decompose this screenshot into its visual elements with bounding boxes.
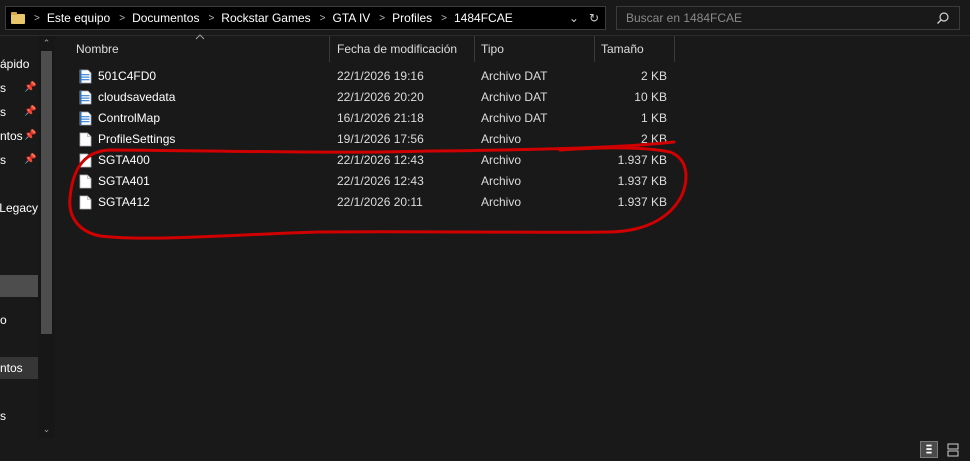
file-row[interactable]: SGTA412 22/1/2026 20:11 Archivo 1.937 KB [69, 192, 679, 213]
search-icon[interactable] [936, 11, 950, 25]
chevron-right-icon[interactable]: > [379, 13, 385, 24]
chevron-right-icon[interactable]: > [34, 13, 40, 24]
details-view-icon[interactable] [920, 441, 938, 458]
scrollbar-thumb[interactable] [41, 51, 52, 334]
column-header-type[interactable]: Tipo [475, 36, 595, 62]
breadcrumb-gta-iv[interactable]: GTA IV [333, 11, 371, 25]
file-row[interactable]: cloudsavedata 22/1/2026 20:20 Archivo DAT 1… [69, 87, 679, 108]
nav-scrollbar[interactable]: ⌃ ⌄ [38, 36, 55, 438]
file-date: 22/1/2026 12:43 [337, 153, 424, 167]
file-date: 22/1/2026 19:16 [337, 69, 424, 83]
nav-item-selected[interactable]: ntos [0, 357, 38, 379]
breadcrumb[interactable]: > Este equipo > Documentos > Rockstar Ga… [5, 6, 606, 30]
refresh-icon[interactable]: ↻ [589, 11, 599, 25]
chevron-right-icon[interactable]: > [320, 13, 326, 24]
pin-icon: 📌 [24, 154, 37, 165]
nav-item[interactable]: o [0, 309, 38, 331]
pin-icon: 📌 [24, 106, 37, 117]
chevron-right-icon[interactable]: > [119, 13, 125, 24]
dat-file-icon [79, 90, 92, 105]
large-icons-view-icon[interactable] [944, 441, 962, 458]
file-name: SGTA401 [98, 174, 150, 188]
nav-item-highlighted[interactable] [0, 275, 38, 297]
file-row[interactable]: SGTA401 22/1/2026 12:43 Archivo 1.937 KB [69, 171, 679, 192]
nav-item-label: s [0, 81, 6, 95]
nav-item-label: s [0, 105, 6, 119]
file-date: 19/1/2026 17:56 [337, 132, 424, 146]
breadcrumb-documentos[interactable]: Documentos [132, 11, 199, 25]
nav-item[interactable]: Legacy [0, 197, 38, 219]
folder-icon [11, 12, 25, 24]
blank-file-icon [79, 195, 92, 210]
dat-file-icon [79, 111, 92, 126]
file-size: 2 KB [640, 69, 667, 83]
file-date: 16/1/2026 21:18 [337, 111, 424, 125]
nav-item-label: ápido [0, 57, 30, 71]
scroll-down-icon[interactable]: ⌄ [41, 424, 52, 434]
file-type: Archivo [481, 195, 522, 209]
file-name: SGTA412 [98, 195, 150, 209]
file-size: 1.937 KB [617, 174, 667, 188]
file-list: Nombre Fecha de modificación Tipo Tamaño… [55, 34, 970, 438]
file-row[interactable]: ControlMap 16/1/2026 21:18 Archivo DAT 1 KB [69, 108, 679, 129]
file-size: 2 KB [640, 132, 667, 146]
file-row[interactable]: ProfileSettings 19/1/2026 17:56 Archivo 2 K… [69, 129, 679, 150]
scroll-up-icon[interactable]: ⌃ [41, 38, 52, 48]
file-row[interactable]: 501C4FD0 22/1/2026 19:16 Archivo DAT 2 KB [69, 66, 679, 87]
file-name: ProfileSettings [98, 132, 176, 146]
column-header-date[interactable]: Fecha de modificación [331, 36, 475, 62]
file-date: 22/1/2026 20:20 [337, 90, 424, 104]
file-row[interactable]: SGTA400 22/1/2026 12:43 Archivo 1.937 KB [69, 150, 679, 171]
nav-item[interactable]: s [0, 405, 38, 427]
navigation-pane: ápido s 📌 s 📌 ntos 📌 s 📌 Legacy o ntos s [0, 36, 38, 438]
nav-item-acceso-rapido[interactable]: ápido [0, 53, 38, 75]
nav-item-label: s [0, 409, 6, 423]
breadcrumb-1484fcae[interactable]: 1484FCAE [454, 11, 513, 25]
file-type: Archivo [481, 132, 522, 146]
column-header-size[interactable]: Tamaño [595, 36, 675, 62]
blank-file-icon [79, 153, 92, 168]
file-type: Archivo DAT [481, 69, 548, 83]
file-size: 10 KB [634, 90, 667, 104]
file-name: cloudsavedata [98, 90, 176, 104]
file-name: SGTA400 [98, 153, 150, 167]
chevron-right-icon[interactable]: > [441, 13, 447, 24]
nav-item-label: s [0, 153, 6, 167]
blank-file-icon [79, 132, 92, 147]
status-bar [0, 438, 970, 461]
file-size: 1.937 KB [617, 153, 667, 167]
nav-item-label: ntos [0, 129, 23, 143]
chevron-right-icon[interactable]: > [208, 13, 214, 24]
dat-file-icon [79, 69, 92, 84]
file-type: Archivo DAT [481, 90, 548, 104]
nav-item-label: Legacy [0, 201, 38, 215]
file-size: 1.937 KB [617, 195, 667, 209]
file-date: 22/1/2026 20:11 [337, 195, 423, 209]
breadcrumb-profiles[interactable]: Profiles [392, 11, 432, 25]
file-type: Archivo DAT [481, 111, 548, 125]
file-type: Archivo [481, 153, 522, 167]
address-actions: ⌄ ↻ [569, 11, 605, 25]
breadcrumb-rockstar-games[interactable]: Rockstar Games [221, 11, 310, 25]
chevron-down-icon[interactable]: ⌄ [569, 11, 579, 25]
file-name: ControlMap [98, 111, 161, 125]
column-header-name[interactable]: Nombre [70, 36, 330, 62]
nav-item-label: o [0, 313, 7, 327]
pin-icon: 📌 [24, 130, 37, 141]
file-date: 22/1/2026 12:43 [337, 174, 424, 188]
search-box [616, 6, 960, 30]
file-type: Archivo [481, 174, 522, 188]
file-size: 1 KB [640, 111, 667, 125]
blank-file-icon [79, 174, 92, 189]
file-name: 501C4FD0 [98, 69, 157, 83]
pin-icon: 📌 [24, 82, 37, 93]
search-input[interactable] [626, 11, 926, 25]
breadcrumb-este-equipo[interactable]: Este equipo [47, 11, 110, 25]
address-bar: > Este equipo > Documentos > Rockstar Ga… [0, 0, 970, 36]
nav-item-label: ntos [0, 361, 23, 375]
